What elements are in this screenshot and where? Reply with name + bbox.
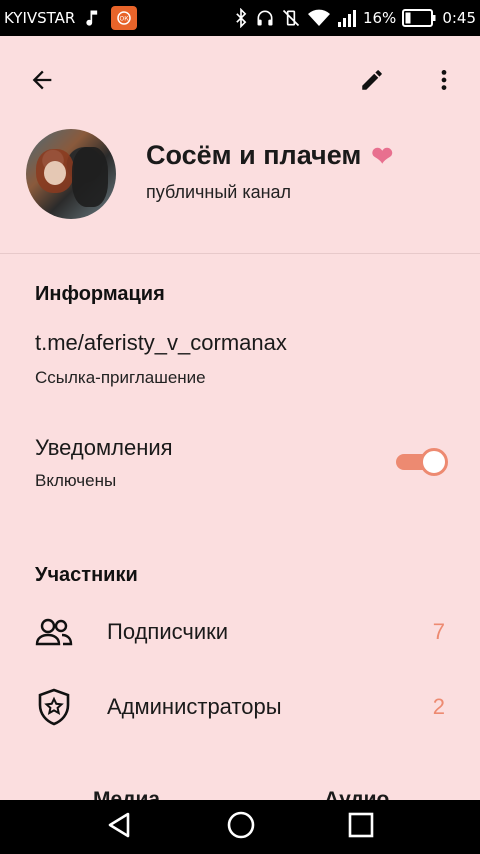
more-options-button[interactable]	[424, 60, 464, 100]
members-section-title: Участники	[35, 564, 138, 586]
vibrate-off-icon	[281, 8, 301, 28]
invite-link-caption: Ссылка-приглашение	[35, 368, 206, 387]
subscribers-row[interactable]: Подписчики 7	[0, 602, 480, 662]
tab-audio[interactable]: Аудио	[324, 784, 389, 800]
invite-link[interactable]: t.me/aferisty_v_cormanax	[35, 330, 287, 356]
signal-icon	[337, 8, 357, 28]
wifi-icon	[307, 8, 331, 28]
status-bar: KYIVSTAR ОК 16% 0:45	[0, 0, 480, 36]
battery-icon	[402, 9, 436, 27]
toggle-thumb	[420, 448, 448, 476]
info-section-title: Информация	[35, 283, 165, 305]
triangle-back-icon	[109, 812, 130, 837]
avatar-photo-part	[44, 161, 66, 185]
admin-shield-icon	[34, 687, 74, 727]
nav-back-button[interactable]	[105, 810, 135, 845]
pencil-icon	[362, 70, 382, 90]
square-recents-icon	[348, 812, 373, 837]
media-tabs: Медиа Аудио	[0, 784, 480, 800]
administrators-row[interactable]: Администраторы 2	[0, 677, 480, 737]
more-vertical-icon	[441, 70, 447, 90]
edit-button[interactable]	[352, 60, 392, 100]
notifications-title[interactable]: Уведомления	[35, 435, 173, 461]
nav-home-button[interactable]	[226, 810, 256, 845]
tab-media[interactable]: Медиа	[93, 784, 160, 800]
avatar-photo-part	[72, 147, 108, 207]
clock: 0:45	[442, 9, 476, 27]
subscribers-count: 7	[432, 619, 445, 644]
people-icon	[34, 612, 74, 652]
back-button[interactable]	[22, 60, 62, 100]
administrators-count: 2	[432, 694, 445, 719]
carrier-label: KYIVSTAR	[4, 9, 76, 27]
notifications-toggle[interactable]	[396, 448, 448, 476]
notifications-state: Включены	[35, 471, 117, 490]
heart-icon: ❤	[371, 140, 394, 171]
arrow-left-icon	[32, 70, 52, 90]
headphones-icon	[255, 8, 275, 28]
music-icon	[83, 8, 103, 28]
circle-home-icon	[227, 811, 255, 838]
battery-percent: 16%	[362, 9, 397, 27]
svg-text:ОК: ОК	[120, 16, 130, 23]
bluetooth-icon	[233, 8, 249, 28]
channel-name: Сосём и плачем	[146, 140, 362, 170]
channel-type: публичный канал	[146, 182, 292, 202]
channel-title: Сосём и плачем ❤	[146, 140, 393, 171]
system-nav-bar	[0, 800, 480, 854]
subscribers-label: Подписчики	[107, 619, 229, 644]
app-notification-icon: ОК	[111, 6, 138, 30]
channel-header: Сосём и плачем ❤ публичный канал	[0, 36, 480, 254]
channel-avatar[interactable]	[26, 129, 116, 219]
nav-recents-button[interactable]	[347, 811, 375, 844]
administrators-label: Администраторы	[107, 694, 282, 719]
